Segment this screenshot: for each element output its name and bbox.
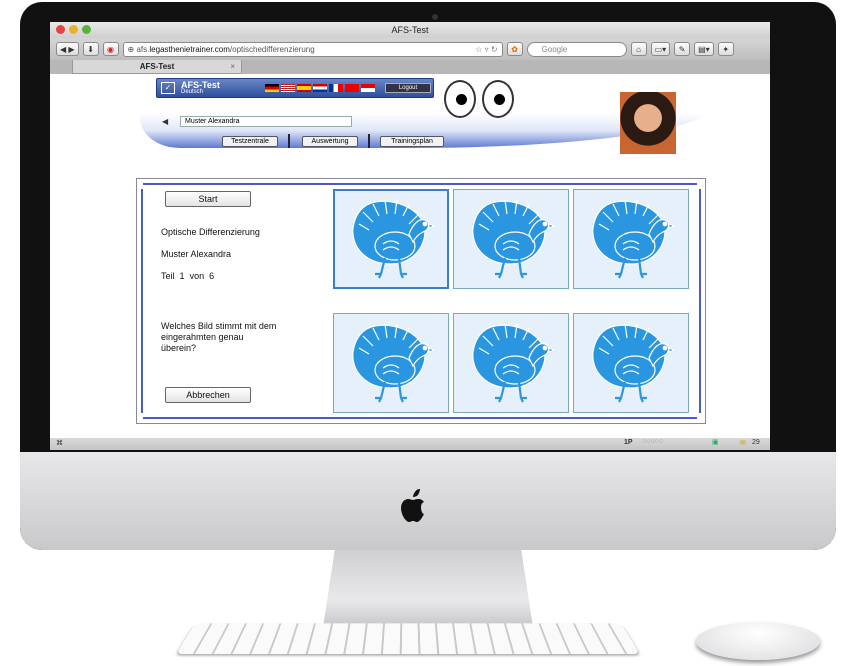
tab-close-icon[interactable]: × — [230, 60, 235, 73]
apple-logo-icon — [401, 489, 424, 522]
part-total: 6 — [209, 271, 215, 281]
status-page-indicator: 1P — [624, 439, 633, 446]
status-count: 29 — [752, 439, 760, 446]
window-titlebar: AFS-Test — [50, 22, 770, 38]
user-name-field: Muster Alexandra — [180, 116, 352, 127]
part-of: von — [189, 271, 205, 281]
turkey-icon — [592, 323, 676, 403]
back-forward-button[interactable]: ◀ ▶ — [56, 42, 79, 56]
view-icon: ▭▾ — [654, 44, 667, 54]
status-bar: ⌘ 1P ○○○○○ ▣ ✉ 29 — [50, 438, 770, 450]
nav-auswertung-button[interactable]: Auswertung — [302, 136, 358, 147]
tab-label: AFS-Test — [139, 62, 175, 71]
extension-button[interactable]: ✿ — [506, 42, 523, 56]
nav-trainingsplan-button[interactable]: Trainingsplan — [380, 136, 444, 147]
student-name: Muster Alexandra — [161, 249, 232, 259]
bookmark-star-icon[interactable]: ☆ ▿ ↻ — [475, 45, 497, 54]
status-close-icon[interactable]: ⌘ — [56, 439, 63, 447]
turkey-icon — [352, 323, 436, 403]
part-label: Teil — [161, 271, 175, 281]
app-logo-icon: ✓ — [161, 82, 175, 94]
bookmarks-button[interactable]: ▤▾ — [694, 42, 714, 56]
wrench-icon: ✦ — [722, 44, 730, 54]
download-icon: ⬇ — [87, 44, 94, 54]
cancel-button[interactable]: Abbrechen — [165, 387, 251, 403]
tab-bar: AFS-Test × — [50, 60, 770, 74]
status-mail-icon[interactable]: ✉ — [740, 439, 746, 447]
start-button[interactable]: Start — [165, 191, 251, 207]
part-indicator: Teil 1 von 6 — [161, 271, 214, 281]
status-addon-icon[interactable]: ▣ — [712, 438, 719, 446]
camera-icon — [432, 14, 438, 20]
browser-toolbar: ◀ ▶ ⬇ ◉ ⊕ afs. legasthenietrainer.com/opt… — [50, 38, 770, 60]
close-window-button[interactable] — [56, 25, 65, 34]
part-current: 1 — [179, 271, 185, 281]
turkey-icon — [352, 199, 436, 279]
addon-button[interactable]: ◉ — [102, 42, 119, 56]
url-prefix: afs. — [136, 44, 150, 54]
language-flags — [265, 84, 375, 92]
rating-dots-icon: ○○○○○ — [642, 438, 664, 445]
eye-right-icon — [482, 80, 514, 118]
search-input[interactable]: Google — [526, 41, 627, 57]
tools-icon: ✎ — [678, 44, 686, 54]
window-title: AFS-Test — [391, 25, 429, 35]
flag-es-icon[interactable] — [297, 84, 311, 92]
imac-stand — [322, 550, 534, 634]
forward-icon: ▶ — [68, 44, 75, 54]
logout-label: Logout — [398, 85, 418, 91]
turkey-icon — [592, 199, 676, 279]
extension-icon: ✿ — [511, 44, 518, 54]
nav-testzentrale-button[interactable]: Testzentrale — [222, 136, 278, 147]
url-domain: legasthenietrainer.com — [149, 44, 230, 54]
eye-left-icon — [444, 80, 476, 118]
keyboard — [176, 623, 640, 655]
home-icon: ⌂ — [636, 44, 641, 54]
page-content: ✓ AFS-Test Deutsch Logout ◀ Muster Alexa… — [50, 74, 770, 438]
option-image[interactable] — [573, 313, 689, 413]
minimize-window-button[interactable] — [69, 25, 78, 34]
app-header-bar: ✓ AFS-Test Deutsch Logout — [156, 78, 434, 98]
flag-nl-icon[interactable] — [313, 84, 327, 92]
option-image[interactable] — [453, 313, 569, 413]
app-subtitle: Deutsch — [181, 89, 204, 95]
flag-pl-icon[interactable] — [361, 84, 375, 92]
panel-border-left — [141, 189, 143, 413]
turkey-icon — [472, 323, 556, 403]
home-button[interactable]: ⌂ — [630, 42, 647, 56]
user-avatar — [620, 92, 676, 154]
nav-separator — [288, 134, 290, 148]
settings-button[interactable]: ✦ — [717, 42, 734, 56]
option-image[interactable] — [573, 189, 689, 289]
tools-button[interactable]: ✎ — [674, 42, 691, 56]
bookmarks-icon: ▤▾ — [698, 44, 710, 54]
logout-button[interactable]: Logout — [385, 83, 431, 93]
download-button[interactable]: ⬇ — [82, 42, 99, 56]
flag-de-icon[interactable] — [265, 84, 279, 92]
option-image[interactable] — [333, 313, 449, 413]
nav-separator — [368, 134, 370, 148]
zoom-window-button[interactable] — [82, 25, 91, 34]
url-path: /optischedifferenzierung — [229, 44, 315, 54]
back-icon: ◀ — [60, 44, 67, 54]
question-text: Welches Bild stimmt mit dem eingerahmten… — [161, 321, 277, 353]
turkey-icon — [472, 199, 556, 279]
task-title: Optische Differenzierung — [161, 227, 260, 237]
screen: AFS-Test ◀ ▶ ⬇ ◉ ⊕ afs. legasthenietraine… — [50, 22, 770, 450]
reference-image — [333, 189, 449, 289]
address-bar[interactable]: ⊕ afs. legasthenietrainer.com/optischedif… — [122, 41, 503, 57]
panel-border-right — [699, 189, 701, 413]
flag-us-icon[interactable] — [281, 84, 295, 92]
mouse — [696, 622, 820, 660]
test-panel: Start Optische Differenzierung Muster Al… — [136, 178, 706, 424]
tab-afs-test[interactable]: AFS-Test × — [72, 60, 242, 74]
flag-fr-icon[interactable] — [329, 84, 343, 92]
option-image[interactable] — [453, 189, 569, 289]
addon-icon: ◉ — [107, 44, 115, 54]
back-arrow-icon[interactable]: ◀ — [162, 117, 168, 126]
view-button[interactable]: ▭▾ — [650, 42, 671, 56]
globe-icon: ⊕ — [127, 44, 137, 54]
flag-tr-icon[interactable] — [345, 84, 359, 92]
search-placeholder: Google — [541, 44, 568, 54]
